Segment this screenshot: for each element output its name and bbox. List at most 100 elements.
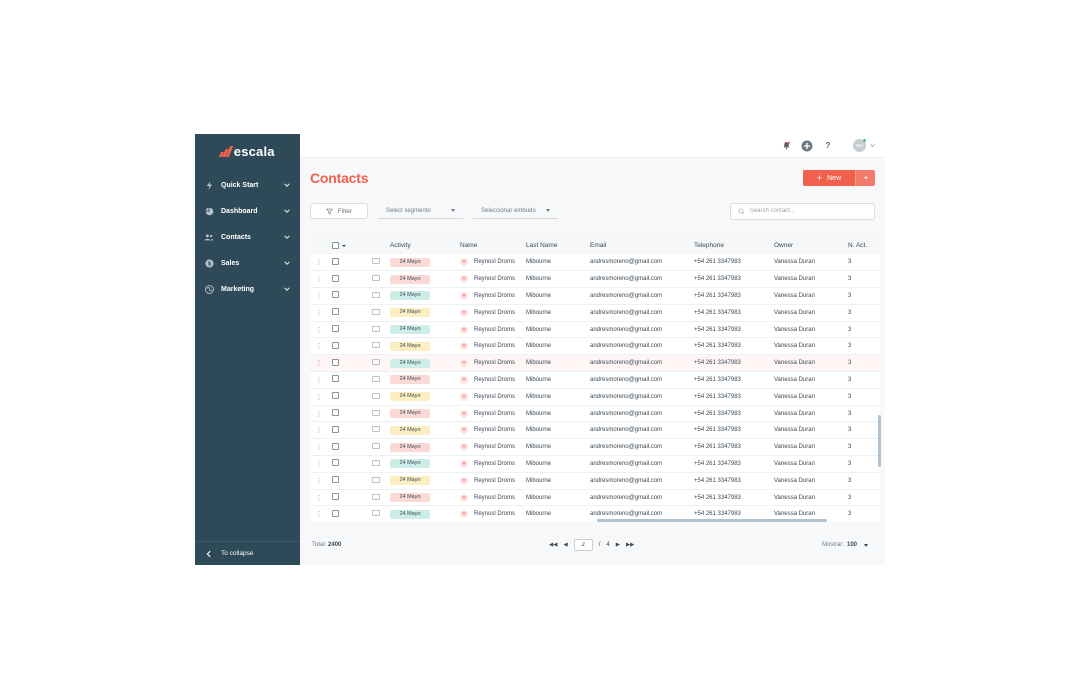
table-row[interactable]: ⋮ 24 Mayo ✕ Reynosl Droms Mibourne andresmore… bbox=[310, 254, 880, 272]
card-icon[interactable] bbox=[372, 409, 380, 416]
row-menu-icon[interactable]: ⋮ bbox=[310, 438, 328, 457]
help-icon[interactable]: ? bbox=[822, 140, 834, 152]
chevron-down-icon[interactable] bbox=[283, 207, 291, 215]
card-icon[interactable] bbox=[372, 443, 380, 450]
table-row[interactable]: ⋮ 24 Mayo ✕ Reynosl Droms Mibourne andresmore… bbox=[310, 421, 880, 440]
select-all-checkbox[interactable] bbox=[332, 242, 339, 249]
row-checkbox[interactable] bbox=[332, 509, 339, 517]
close-icon[interactable]: ✕ bbox=[460, 459, 468, 468]
row-checkbox[interactable] bbox=[332, 375, 339, 383]
row-checkbox[interactable] bbox=[332, 493, 339, 501]
close-icon[interactable]: ✕ bbox=[460, 493, 468, 502]
page-number-input[interactable] bbox=[573, 539, 593, 551]
close-icon[interactable]: ✕ bbox=[460, 291, 468, 300]
activity-badge[interactable]: 24 Mayo bbox=[390, 409, 430, 419]
table-row[interactable]: ⋮ 24 Mayo ✕ Reynosl Droms Mibourne andresmore… bbox=[310, 354, 880, 373]
row-menu-icon[interactable]: ⋮ bbox=[310, 472, 328, 490]
table-row[interactable]: ⋮ 24 Mayo ✕ Reynosl Droms Mibourne andresmore… bbox=[310, 405, 880, 423]
close-icon[interactable]: ✕ bbox=[460, 375, 468, 384]
activity-badge[interactable]: 24 Mayo bbox=[390, 442, 430, 452]
activity-badge[interactable]: 24 Mayo bbox=[390, 459, 430, 469]
card-icon[interactable] bbox=[372, 325, 380, 332]
row-menu-icon[interactable]: ⋮ bbox=[310, 405, 328, 423]
table-row[interactable]: ⋮ 24 Mayo ✕ Reynosl Droms Mibourne andresmore… bbox=[310, 321, 880, 339]
activity-badge[interactable]: 24 Mayo bbox=[390, 425, 430, 435]
row-checkbox[interactable] bbox=[332, 291, 339, 299]
chevron-down-icon[interactable] bbox=[283, 181, 291, 189]
row-menu-icon[interactable]: ⋮ bbox=[310, 254, 328, 272]
activity-badge[interactable]: 24 Mayo bbox=[390, 325, 430, 335]
row-checkbox[interactable] bbox=[332, 409, 339, 417]
close-icon[interactable]: ✕ bbox=[460, 359, 468, 368]
row-checkbox[interactable] bbox=[332, 425, 339, 433]
close-icon[interactable]: ✕ bbox=[460, 476, 468, 485]
contact-name[interactable]: Reynosl Droms bbox=[474, 360, 515, 366]
table-row[interactable]: ⋮ 24 Mayo ✕ Reynosl Droms Mibourne andresmore… bbox=[310, 337, 880, 356]
table-row[interactable]: ⋮ 24 Mayo ✕ Reynosl Droms Mibourne andresmore… bbox=[310, 472, 880, 490]
table-row[interactable]: ⋮ 24 Mayo ✕ Reynosl Droms Mibourne andresmore… bbox=[310, 455, 880, 473]
activity-badge[interactable]: 24 Mayo bbox=[390, 341, 430, 351]
activity-badge[interactable]: 24 Mayo bbox=[390, 274, 430, 284]
row-menu-icon[interactable]: ⋮ bbox=[310, 354, 328, 373]
sidebar-item-marketing[interactable]: Marketing bbox=[195, 276, 300, 302]
contact-name[interactable]: Reynosl Droms bbox=[474, 495, 515, 501]
card-icon[interactable] bbox=[372, 510, 380, 517]
contact-name[interactable]: Reynosl Droms bbox=[474, 327, 515, 333]
column-header-activity[interactable]: Activity bbox=[386, 237, 456, 254]
close-icon[interactable]: ✕ bbox=[460, 409, 468, 418]
row-menu-icon[interactable]: ⋮ bbox=[310, 337, 328, 356]
contact-name[interactable]: Reynosl Droms bbox=[474, 444, 515, 450]
notification-bell-icon[interactable] bbox=[780, 140, 792, 152]
chevron-down-icon[interactable] bbox=[283, 259, 291, 267]
contact-name[interactable]: Reynosl Droms bbox=[474, 276, 515, 282]
next-page-icon[interactable]: ▶ bbox=[616, 542, 620, 548]
brand-logo[interactable]: escala bbox=[195, 136, 300, 166]
contact-name[interactable]: Reynosl Droms bbox=[474, 310, 515, 316]
row-menu-icon[interactable]: ⋮ bbox=[310, 489, 328, 507]
card-icon[interactable] bbox=[372, 359, 380, 366]
select-all-checkbox-group[interactable] bbox=[332, 242, 364, 249]
activity-badge[interactable]: 24 Mayo bbox=[390, 493, 430, 503]
search-input[interactable] bbox=[749, 208, 867, 214]
activity-badge[interactable]: 24 Mayo bbox=[390, 291, 430, 301]
rows-per-page-select[interactable]: Mostrar: 100 bbox=[822, 542, 868, 548]
contact-name[interactable]: Reynosl Droms bbox=[474, 511, 515, 517]
column-header-owner[interactable]: Owner bbox=[770, 237, 844, 254]
activity-badge[interactable]: 24 Mayo bbox=[390, 308, 430, 318]
row-checkbox[interactable] bbox=[332, 459, 339, 467]
row-menu-icon[interactable]: ⋮ bbox=[310, 270, 328, 289]
card-icon[interactable] bbox=[372, 342, 380, 349]
close-icon[interactable]: ✕ bbox=[460, 258, 468, 267]
horizontal-scrollbar[interactable] bbox=[597, 519, 827, 522]
row-checkbox[interactable] bbox=[332, 392, 339, 400]
close-icon[interactable]: ✕ bbox=[460, 426, 468, 435]
activity-badge[interactable]: 24 Mayo bbox=[390, 392, 430, 402]
close-icon[interactable]: ✕ bbox=[460, 443, 468, 452]
row-checkbox[interactable] bbox=[332, 476, 339, 484]
column-header-name[interactable]: Name bbox=[456, 237, 522, 254]
row-checkbox[interactable] bbox=[332, 325, 339, 333]
table-row[interactable]: ⋮ 24 Mayo ✕ Reynosl Droms Mibourne andresmore… bbox=[310, 287, 880, 305]
chevron-down-icon[interactable] bbox=[283, 285, 291, 293]
close-icon[interactable]: ✕ bbox=[460, 308, 468, 317]
activity-badge[interactable]: 24 Mayo bbox=[390, 358, 430, 368]
funnel-select[interactable]: Seleccionar embudo bbox=[473, 203, 558, 219]
row-menu-icon[interactable]: ⋮ bbox=[310, 287, 328, 305]
row-menu-icon[interactable]: ⋮ bbox=[310, 455, 328, 473]
add-circle-icon[interactable] bbox=[801, 140, 813, 152]
row-checkbox[interactable] bbox=[332, 257, 339, 265]
contact-name[interactable]: Reynosl Droms bbox=[474, 394, 515, 400]
card-icon[interactable] bbox=[372, 308, 380, 315]
contact-name[interactable]: Reynosl Droms bbox=[474, 293, 515, 299]
row-menu-icon[interactable]: ⋮ bbox=[310, 505, 328, 522]
row-checkbox[interactable] bbox=[332, 358, 339, 366]
row-menu-icon[interactable]: ⋮ bbox=[310, 421, 328, 440]
caret-down-icon[interactable] bbox=[342, 244, 346, 247]
contact-name[interactable]: Reynosl Droms bbox=[474, 478, 515, 484]
card-icon[interactable] bbox=[372, 275, 380, 282]
column-header-last-name[interactable]: Last Name bbox=[522, 237, 586, 254]
sidebar-item-contacts[interactable]: Contacts bbox=[195, 224, 300, 250]
chevron-down-icon[interactable] bbox=[283, 233, 291, 241]
activity-badge[interactable]: 24 Mayo bbox=[390, 476, 430, 486]
collapse-sidebar-button[interactable]: To collapse bbox=[195, 541, 300, 565]
